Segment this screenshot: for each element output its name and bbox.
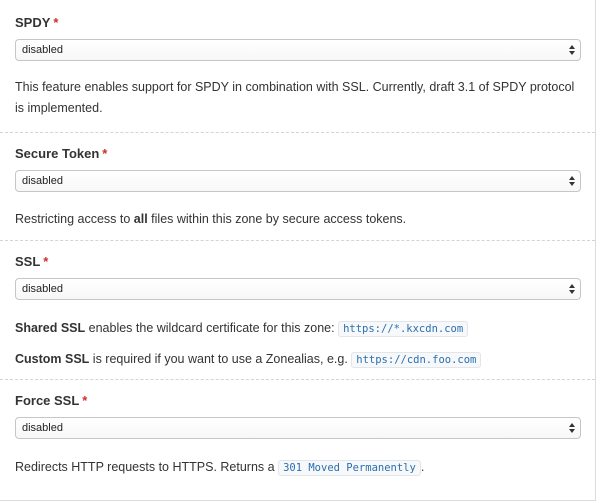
custom-ssl-description: Custom SSL is required if you want to us…	[15, 349, 580, 371]
required-marker: *	[102, 146, 108, 161]
section-divider	[0, 379, 595, 380]
force-ssl-section: Force SSL * disabled Redirects HTTP reque…	[0, 393, 595, 479]
required-marker: *	[43, 254, 49, 269]
ssl-label: SSL *	[15, 254, 49, 269]
secure-token-select-value: disabled	[22, 175, 63, 187]
up-down-arrows-icon	[569, 422, 575, 434]
section-divider	[0, 240, 595, 241]
force-ssl-select-value: disabled	[22, 422, 63, 434]
force-ssl-description: Redirects HTTP requests to HTTPS. Return…	[15, 460, 425, 476]
up-down-arrows-icon	[569, 175, 575, 187]
spdy-select[interactable]: disabled	[15, 39, 581, 61]
spdy-select-value: disabled	[22, 44, 63, 56]
up-down-arrows-icon	[569, 44, 575, 56]
spdy-section: SPDY * disabled This feature enables supp…	[0, 15, 595, 119]
ssl-select-value: disabled	[22, 283, 63, 295]
secure-token-description: Restricting access to all files within t…	[15, 212, 407, 226]
spdy-description: This feature enables support for SPDY in…	[15, 80, 575, 115]
ssl-section: SSL * disabled Shared SSL enables the wil…	[0, 254, 595, 371]
force-ssl-select[interactable]: disabled	[15, 417, 581, 439]
redirect-status-code: 301 Moved Permanently	[278, 460, 421, 476]
secure-token-select[interactable]: disabled	[15, 170, 581, 192]
spdy-label: SPDY *	[15, 15, 59, 30]
settings-panel: SPDY * disabled This feature enables supp…	[0, 0, 596, 501]
ssl-select[interactable]: disabled	[15, 278, 581, 300]
up-down-arrows-icon	[569, 283, 575, 295]
shared-ssl-url: https://*.kxcdn.com	[338, 321, 469, 337]
custom-ssl-url: https://cdn.foo.com	[351, 352, 482, 368]
secure-token-label: Secure Token *	[15, 146, 108, 161]
section-divider	[0, 132, 595, 133]
shared-ssl-description: Shared SSL enables the wildcard certific…	[15, 318, 580, 340]
force-ssl-label: Force SSL *	[15, 393, 88, 408]
required-marker: *	[82, 393, 88, 408]
required-marker: *	[53, 15, 59, 30]
secure-token-section: Secure Token * disabled Restricting acces…	[0, 146, 595, 230]
